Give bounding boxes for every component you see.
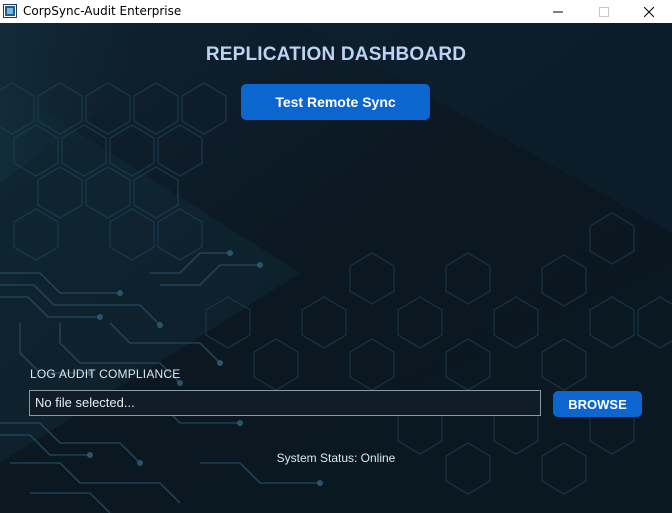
browse-button[interactable]: BROWSE bbox=[553, 391, 642, 417]
log-audit-label: LOG AUDIT COMPLIANCE bbox=[30, 367, 181, 381]
app-icon bbox=[3, 4, 17, 18]
minimize-icon bbox=[553, 11, 563, 12]
test-remote-sync-button[interactable]: Test Remote Sync bbox=[241, 84, 430, 120]
maximize-icon bbox=[599, 6, 609, 17]
close-icon bbox=[644, 6, 654, 17]
minimize-button[interactable] bbox=[535, 0, 581, 23]
close-button[interactable] bbox=[626, 0, 672, 23]
window-title: CorpSync-Audit Enterprise bbox=[23, 4, 182, 18]
maximize-button[interactable] bbox=[581, 0, 627, 23]
file-path-field[interactable]: No file selected... bbox=[29, 390, 541, 416]
app-window: CorpSync-Audit Enterprise REPLICATION DA… bbox=[0, 0, 672, 513]
system-status-text: System Status: Online bbox=[276, 451, 396, 465]
title-bar[interactable]: CorpSync-Audit Enterprise bbox=[0, 0, 672, 23]
page-title: REPLICATION DASHBOARD bbox=[205, 44, 467, 65]
dashboard-panel: REPLICATION DASHBOARD Test Remote Sync L… bbox=[0, 23, 672, 513]
